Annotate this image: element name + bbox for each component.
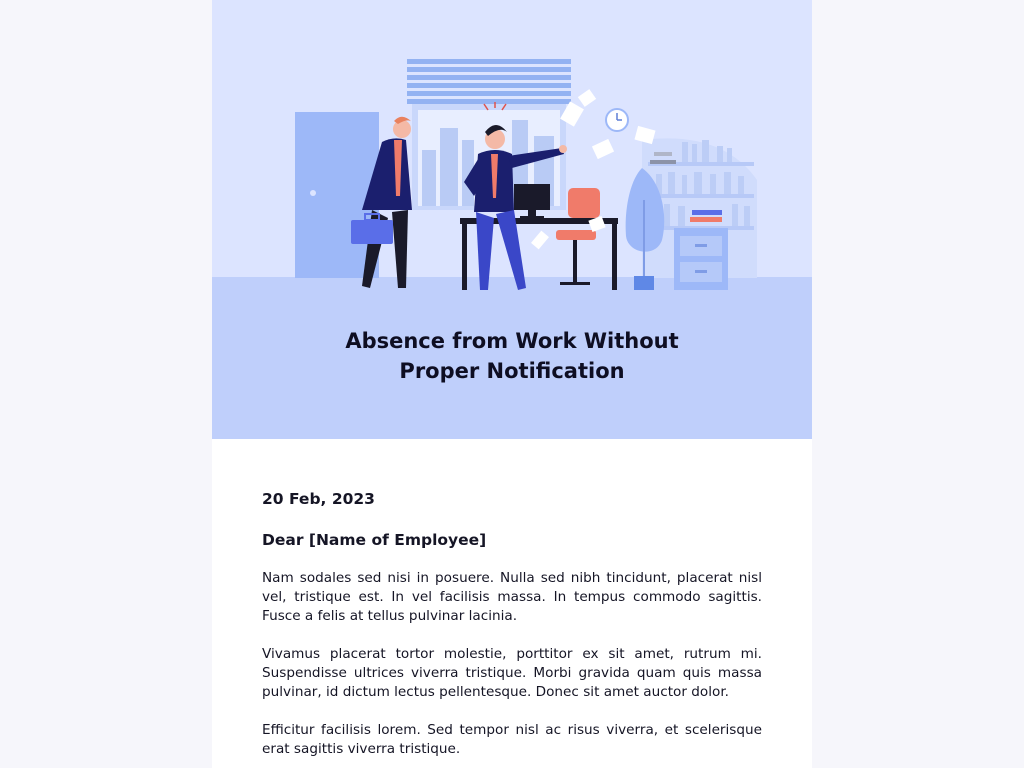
title-line-1: Absence from Work Without [345, 329, 679, 353]
office-scene-illustration [212, 0, 812, 300]
clock-icon [605, 108, 629, 132]
letter-body: 20 Feb, 2023 Dear [Name of Employee] Nam… [262, 488, 762, 768]
letter-paragraph-2: Vivamus placerat tortor molestie, portti… [262, 646, 762, 700]
letter-greeting: Dear [Name of Employee] [262, 531, 487, 549]
page-title: Absence from Work Without Proper Notific… [212, 326, 812, 386]
letter-page: Absence from Work Without Proper Notific… [212, 0, 812, 768]
letter-date: 20 Feb, 2023 [262, 490, 375, 508]
cabinet-icon [674, 228, 728, 290]
letter-paragraph-3: Efficitur facilisis lorem. Sed tempor ni… [262, 722, 762, 757]
title-line-2: Proper Notification [399, 359, 625, 383]
letter-paragraph-1: Nam sodales sed nisi in posuere. Nulla s… [262, 570, 762, 624]
hero-banner: Absence from Work Without Proper Notific… [212, 0, 812, 439]
